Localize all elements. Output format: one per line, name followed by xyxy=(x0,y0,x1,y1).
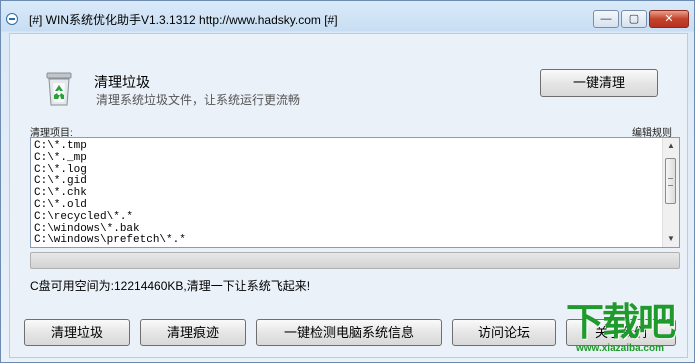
scroll-down-icon[interactable]: ▼ xyxy=(663,231,679,247)
list-item[interactable]: C:\*.tmp xyxy=(34,140,661,153)
list-scrollbar[interactable]: ▲ ▼ xyxy=(662,138,679,247)
visit-forum-button[interactable]: 访问论坛 xyxy=(452,319,556,346)
list-item[interactable]: C:\recycled\*.* xyxy=(34,211,661,224)
list-item[interactable]: C:\*.gid xyxy=(34,176,661,188)
detect-system-button[interactable]: 一键检测电脑系统信息 xyxy=(256,319,442,346)
title-bar[interactable]: [#] WIN系统优化助手V1.3.1312 http://www.hadsky… xyxy=(1,1,694,33)
list-item[interactable]: C:\windows\prefetch\*.* xyxy=(34,235,661,247)
recycle-bin-icon xyxy=(44,71,74,107)
section-title: 清理垃圾 xyxy=(94,74,150,90)
site-watermark: 下载吧 www.xiazaiba.com xyxy=(566,291,690,361)
maximize-button[interactable]: ▢ xyxy=(621,10,647,28)
scroll-thumb[interactable] xyxy=(665,158,676,204)
minimize-button[interactable]: — xyxy=(593,10,619,28)
progress-bar xyxy=(30,252,680,269)
list-item[interactable]: C:\*._mp xyxy=(34,152,661,165)
section-subtitle: 清理系统垃圾文件，让系统运行更流畅 xyxy=(96,93,301,107)
clean-items-list[interactable]: C:\*.tmp C:\*._mp C:\*.log C:\*.gid C:\*… xyxy=(30,137,680,248)
list-item[interactable]: C:\*.log xyxy=(34,164,661,177)
app-icon[interactable] xyxy=(6,13,18,25)
watermark-logo: 下载吧 xyxy=(566,300,676,344)
onekey-clean-button[interactable]: 一键清理 xyxy=(540,69,658,97)
list-item[interactable]: C:\*.old xyxy=(34,199,661,212)
watermark-url: www.xiazaiba.com xyxy=(576,343,664,354)
close-button[interactable]: ✕ xyxy=(649,10,689,28)
list-item[interactable]: C:\*.chk xyxy=(34,187,661,200)
disk-status-text: C盘可用空间为:12214460KB,清理一下让系统飞起来! xyxy=(30,279,311,293)
scroll-up-icon[interactable]: ▲ xyxy=(663,138,679,154)
clean-junk-button[interactable]: 清理垃圾 xyxy=(24,319,130,346)
clean-traces-button[interactable]: 清理痕迹 xyxy=(140,319,246,346)
window-title: [#] WIN系统优化助手V1.3.1312 http://www.hadsky… xyxy=(29,13,338,27)
